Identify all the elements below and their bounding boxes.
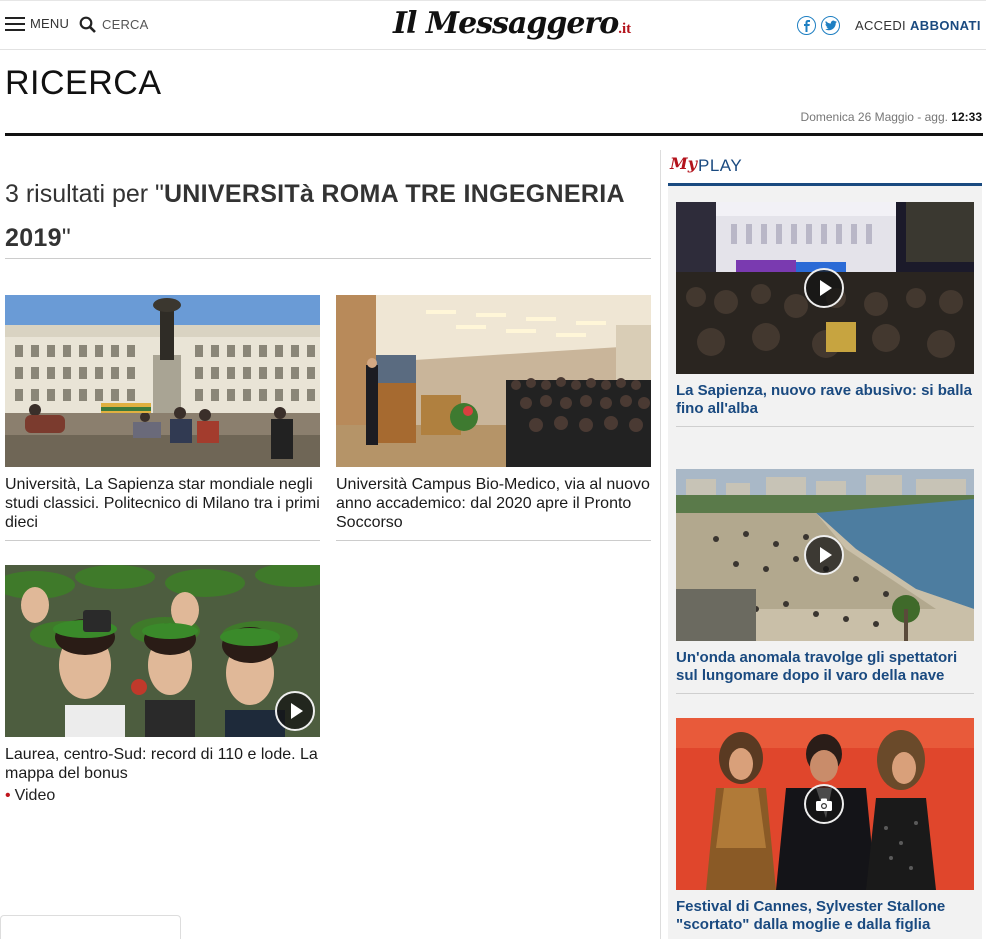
bullet-icon: •	[5, 787, 11, 804]
results-heading: 3 risultati per "UNIVERSITà ROMA TRE ING…	[5, 172, 651, 260]
article-card[interactable]: Laurea, centro-Sud: record di 110 e lode…	[5, 565, 320, 805]
article-title[interactable]: Università, La Sapienza star mondiale ne…	[5, 475, 320, 532]
sidebar-play: My PLAY La Sapienza, nuovo rave abusivo:…	[668, 150, 982, 939]
date-text: Domenica 26 Maggio - agg.	[800, 110, 948, 124]
search-label: CERCA	[102, 17, 149, 32]
play-icon[interactable]	[804, 268, 844, 308]
article-title[interactable]: Laurea, centro-Sud: record di 110 e lode…	[5, 745, 320, 783]
menu-button[interactable]: MENU	[5, 16, 69, 31]
article-card[interactable]: Università, La Sapienza star mondiale ne…	[5, 295, 320, 541]
title-divider	[5, 133, 983, 136]
article-image[interactable]	[5, 565, 320, 737]
top-bar: MENU CERCA Il Messaggero.it ACCEDI ABBON…	[0, 0, 986, 50]
facebook-icon[interactable]	[797, 16, 816, 35]
play-icon[interactable]	[804, 535, 844, 575]
camera-icon[interactable]	[804, 784, 844, 824]
search-button[interactable]: CERCA	[79, 16, 149, 33]
article-card[interactable]: Università Campus Bio-Medico, via al nuo…	[336, 295, 651, 541]
update-time: 12:33	[951, 110, 982, 124]
article-title[interactable]: Università Campus Bio-Medico, via al nuo…	[336, 475, 651, 532]
item-divider	[676, 426, 974, 427]
tag-label: Video	[14, 787, 56, 804]
sidebar-header: My PLAY	[668, 150, 982, 186]
gallery-title[interactable]: Festival di Cannes, Sylvester Stallone "…	[676, 898, 974, 934]
sidebar-video-item[interactable]: Un'onda anomala travolge gli spettatori …	[676, 469, 974, 694]
article-image[interactable]	[336, 295, 651, 467]
page-title: RICERCA	[5, 64, 162, 102]
video-title[interactable]: La Sapienza, nuovo rave abusivo: si ball…	[676, 382, 974, 418]
myplay-logo-icon: My	[670, 154, 698, 173]
last-updated: Domenica 26 Maggio - agg. 12:33	[801, 110, 982, 124]
card-divider	[5, 540, 320, 541]
login-link[interactable]: ACCEDI	[855, 18, 906, 33]
logo-suffix: .it	[618, 21, 632, 37]
sidebar-video-item[interactable]: La Sapienza, nuovo rave abusivo: si ball…	[676, 202, 974, 427]
twitter-icon[interactable]	[821, 16, 840, 35]
search-icon	[79, 16, 96, 33]
content-type-tag: • Video	[5, 787, 320, 805]
column-divider	[660, 150, 661, 939]
sidebar-gallery-item[interactable]: Festival di Cannes, Sylvester Stallone "…	[676, 718, 974, 934]
card-divider	[336, 540, 651, 541]
logo-text: Il Messaggero	[393, 6, 619, 41]
subscribe-link[interactable]: ABBONATI	[910, 18, 981, 33]
video-thumbnail[interactable]	[676, 469, 974, 641]
menu-label: MENU	[30, 16, 70, 31]
results-divider	[5, 258, 651, 259]
play-icon[interactable]	[275, 691, 315, 731]
gallery-thumbnail[interactable]	[676, 718, 974, 890]
results-suffix: "	[61, 224, 71, 252]
bottom-bar	[0, 915, 181, 939]
site-logo[interactable]: Il Messaggero.it	[393, 6, 631, 41]
sidebar-title[interactable]: PLAY	[698, 156, 742, 176]
article-image[interactable]	[5, 295, 320, 467]
results-count: 3 risultati per "	[5, 180, 164, 208]
video-thumbnail[interactable]	[676, 202, 974, 374]
item-divider	[676, 693, 974, 694]
hamburger-icon	[5, 16, 25, 31]
video-title[interactable]: Un'onda anomala travolge gli spettatori …	[676, 649, 974, 685]
